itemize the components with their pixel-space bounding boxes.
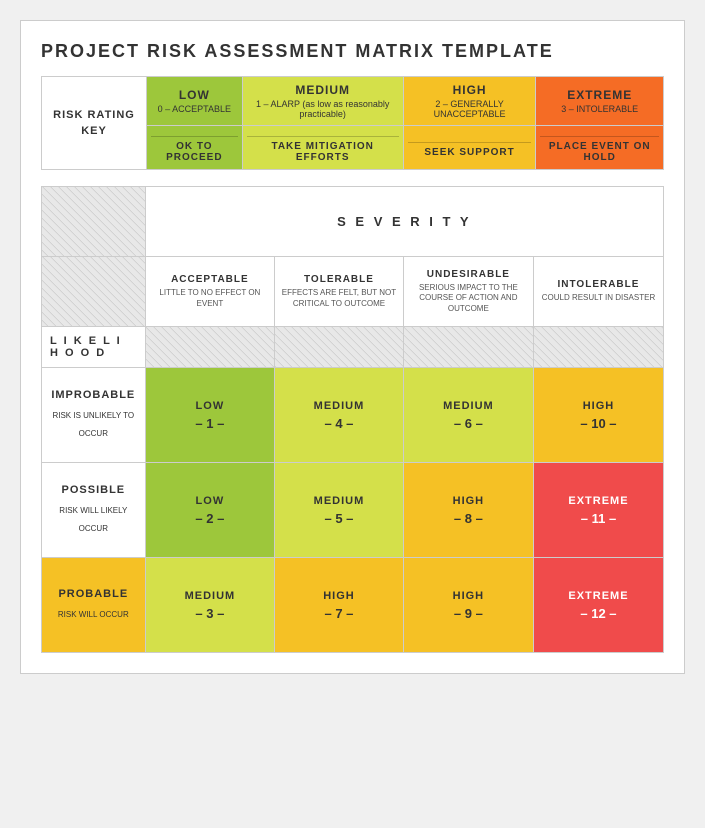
risk-rating-key-table: RISK RATINGKEY LOW 0 – ACCEPTABLE MEDIUM… [41, 76, 664, 170]
key-low-action: OK TO PROCEED [147, 126, 243, 170]
probable-acceptable-cell: MEDIUM – 3 – [145, 558, 275, 653]
probable-label: PROBABLE RISK WILL OCCUR [42, 558, 146, 653]
key-high-header: HIGH 2 – GENERALLY UNACCEPTABLE [403, 77, 536, 126]
key-high-action: SEEK SUPPORT [403, 126, 536, 170]
possible-tolerable-cell: MEDIUM – 5 – [275, 463, 404, 558]
probable-undesirable-cell: HIGH – 9 – [403, 558, 533, 653]
key-extreme-action: PLACE EVENT ON HOLD [536, 126, 664, 170]
probable-tolerable-cell: HIGH – 7 – [275, 558, 404, 653]
likelihood-row-hatched-3 [403, 327, 533, 368]
probable-intolerable-cell: EXTREME – 12 – [533, 558, 663, 653]
probable-row: PROBABLE RISK WILL OCCUR MEDIUM – 3 – HI… [42, 558, 664, 653]
page-title: PROJECT RISK ASSESSMENT MATRIX TEMPLATE [41, 41, 664, 62]
improbable-undesirable-cell: MEDIUM – 6 – [403, 368, 533, 463]
severity-undesirable-col: UNDESIRABLE SERIOUS IMPACT TO THE COURSE… [403, 257, 533, 327]
improbable-acceptable-cell: LOW – 1 – [145, 368, 275, 463]
improbable-row: IMPROBABLE RISK IS UNLIKELY TO OCCUR LOW… [42, 368, 664, 463]
page-wrapper: PROJECT RISK ASSESSMENT MATRIX TEMPLATE … [20, 20, 685, 674]
matrix-table: S E V E R I T Y ACCEPTABLE LITTLE TO NO … [41, 186, 664, 653]
likelihood-row-hatched-2 [275, 327, 404, 368]
possible-undesirable-cell: HIGH – 8 – [403, 463, 533, 558]
severity-acceptable-col: ACCEPTABLE LITTLE TO NO EFFECT ON EVENT [145, 257, 275, 327]
improbable-tolerable-cell: MEDIUM – 4 – [275, 368, 404, 463]
matrix-second-left-hatched [42, 257, 146, 327]
possible-intolerable-cell: EXTREME – 11 – [533, 463, 663, 558]
matrix-top-left-hatched [42, 187, 146, 257]
likelihood-row-hatched-1 [145, 327, 275, 368]
improbable-intolerable-cell: HIGH – 10 – [533, 368, 663, 463]
key-extreme-header: EXTREME 3 – INTOLERABLE [536, 77, 664, 126]
severity-tolerable-col: TOLERABLE EFFECTS ARE FELT, BUT NOT CRIT… [275, 257, 404, 327]
possible-label: POSSIBLE RISK WILL LIKELY OCCUR [42, 463, 146, 558]
severity-intolerable-col: INTOLERABLE COULD RESULT IN DISASTER [533, 257, 663, 327]
possible-acceptable-cell: LOW – 2 – [145, 463, 275, 558]
likelihood-row-hatched-4 [533, 327, 663, 368]
possible-row: POSSIBLE RISK WILL LIKELY OCCUR LOW – 2 … [42, 463, 664, 558]
key-medium-header: MEDIUM 1 – ALARP (as low as reasonably p… [242, 77, 403, 126]
risk-rating-key-label: RISK RATINGKEY [42, 77, 147, 170]
likelihood-label: L I K E L I H O O D [42, 327, 146, 368]
key-low-header: LOW 0 – ACCEPTABLE [147, 77, 243, 126]
key-medium-action: TAKE MITIGATION EFFORTS [242, 126, 403, 170]
improbable-label: IMPROBABLE RISK IS UNLIKELY TO OCCUR [42, 368, 146, 463]
severity-header: S E V E R I T Y [145, 187, 663, 257]
